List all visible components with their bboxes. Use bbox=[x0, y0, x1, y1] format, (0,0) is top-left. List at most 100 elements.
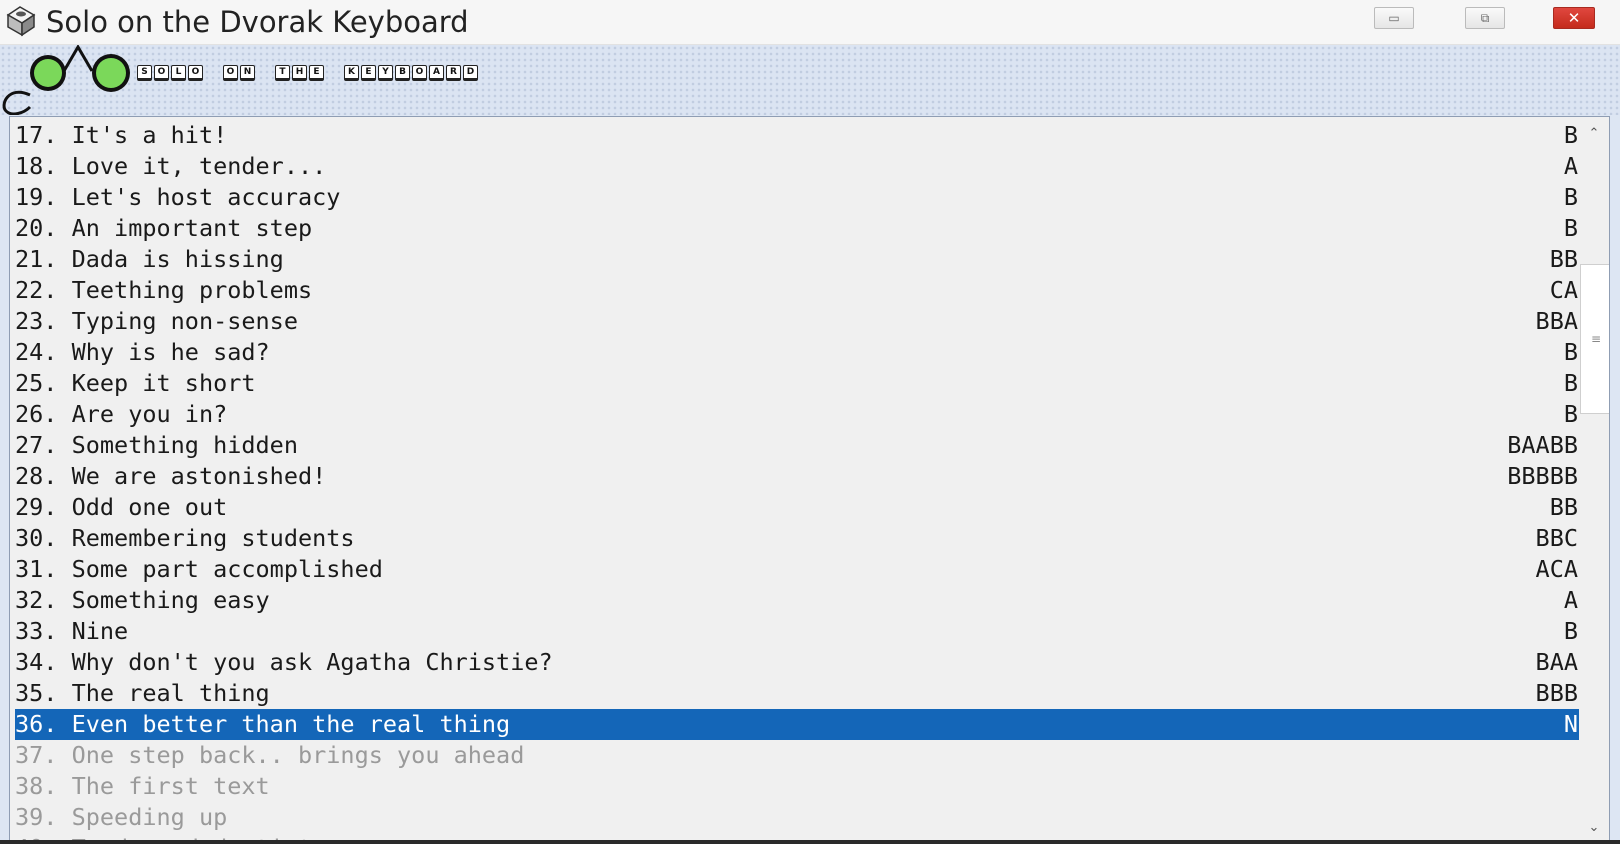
lesson-title: An important step bbox=[71, 214, 313, 242]
lesson-grade: B bbox=[1563, 338, 1578, 366]
lesson-number: 39. bbox=[15, 803, 58, 831]
lesson-grade: BBB bbox=[1535, 679, 1578, 707]
vertical-scrollbar[interactable]: ⌃ ≡ ⌄ bbox=[1579, 117, 1609, 841]
lesson-grade: B bbox=[1563, 617, 1578, 645]
lesson-number: 37. bbox=[15, 741, 58, 769]
lesson-number: 28. bbox=[15, 462, 58, 490]
lesson-grade: BBBBB bbox=[1507, 462, 1578, 490]
scroll-thumb[interactable]: ≡ bbox=[1580, 264, 1609, 414]
lesson-number: 32. bbox=[15, 586, 58, 614]
lesson-row[interactable]: 30. Remembering students BBC bbox=[15, 523, 1584, 554]
lesson-row[interactable]: 21. Dada is hissing BB bbox=[15, 244, 1584, 275]
lesson-row[interactable]: 34. Why don't you ask Agatha Christie? BA… bbox=[15, 647, 1584, 678]
lesson-grade: B bbox=[1563, 214, 1578, 242]
lesson-title: The first text bbox=[71, 772, 270, 800]
logo-keycap: B bbox=[395, 65, 410, 81]
lesson-number: 24. bbox=[15, 338, 58, 366]
lesson-row[interactable]: 19. Let's host accuracy B bbox=[15, 182, 1584, 213]
logo-keycap: Y bbox=[378, 65, 393, 81]
lesson-number: 38. bbox=[15, 772, 58, 800]
lesson-row[interactable]: 17. It's a hit! B bbox=[15, 120, 1584, 151]
lesson-number: 22. bbox=[15, 276, 58, 304]
lesson-row[interactable]: 27. Something hidden BAABB bbox=[15, 430, 1584, 461]
lesson-grade: BAA bbox=[1535, 648, 1578, 676]
lesson-title: Why don't you ask Agatha Christie? bbox=[71, 648, 553, 676]
lesson-row[interactable]: 29. Odd one out BB bbox=[15, 492, 1584, 523]
lesson-row[interactable]: 22. Teething problems CA bbox=[15, 275, 1584, 306]
glasses-logo-icon bbox=[2, 45, 130, 115]
lesson-grade: B bbox=[1563, 369, 1578, 397]
lesson-title: Keep it short bbox=[71, 369, 256, 397]
lesson-number: 19. bbox=[15, 183, 58, 211]
lesson-grade: CA bbox=[1549, 276, 1578, 304]
lesson-row[interactable]: 35. The real thing BBB bbox=[15, 678, 1584, 709]
lesson-number: 33. bbox=[15, 617, 58, 645]
logo-word-on: ON bbox=[223, 65, 257, 81]
logo-keycap: D bbox=[463, 65, 478, 81]
lesson-row[interactable]: 28. We are astonished! BBBBB bbox=[15, 461, 1584, 492]
lesson-grade: BBA bbox=[1535, 307, 1578, 335]
lesson-title: One step back.. brings you ahead bbox=[71, 741, 525, 769]
logo-word-keyboard: KEYBOARD bbox=[344, 65, 480, 81]
lesson-grade: A bbox=[1563, 586, 1578, 614]
scroll-down-button[interactable]: ⌄ bbox=[1579, 815, 1609, 839]
lesson-rows: 17. It's a hit! B 18. Love it, tender... A 1… bbox=[15, 120, 1584, 841]
logo-keycap: K bbox=[344, 65, 359, 81]
lesson-title: Speeding up bbox=[71, 803, 228, 831]
lesson-title: Nine bbox=[71, 617, 129, 645]
lesson-row[interactable]: 32. Something easy A bbox=[15, 585, 1584, 616]
lesson-title: Teething problems bbox=[71, 276, 313, 304]
lesson-row[interactable]: 31. Some part accomplished ACA bbox=[15, 554, 1584, 585]
lesson-title: Odd one out bbox=[71, 493, 228, 521]
logo-keycap: A bbox=[429, 65, 444, 81]
lesson-grade: B bbox=[1563, 121, 1578, 149]
lesson-number: 27. bbox=[15, 431, 58, 459]
lesson-title: Dada is hissing bbox=[71, 245, 284, 273]
lesson-number: 35. bbox=[15, 679, 58, 707]
app-window: Solo on the Dvorak Keyboard ▭ ⧉ ✕ SOLOON… bbox=[0, 0, 1620, 844]
lesson-row-selected[interactable]: 36. Even better than the real thing N bbox=[15, 709, 1584, 740]
restore-button[interactable]: ⧉ bbox=[1465, 7, 1505, 29]
lesson-number: 25. bbox=[15, 369, 58, 397]
logo-keycap: N bbox=[240, 65, 255, 81]
lesson-row[interactable]: 37. One step back.. brings you ahead bbox=[15, 740, 1584, 771]
lesson-grade: ACA bbox=[1535, 555, 1578, 583]
lesson-number: 18. bbox=[15, 152, 58, 180]
lesson-row[interactable]: 24. Why is he sad? B bbox=[15, 337, 1584, 368]
lesson-title: Remembering students bbox=[71, 524, 355, 552]
lesson-title: Let's host accuracy bbox=[71, 183, 341, 211]
lesson-row[interactable]: 26. Are you in? B bbox=[15, 399, 1584, 430]
logo-keycap: S bbox=[137, 65, 152, 81]
logo-keycap: O bbox=[154, 65, 169, 81]
lesson-list[interactable]: 17. It's a hit! B 18. Love it, tender... A 1… bbox=[9, 116, 1610, 842]
lesson-number: 17. bbox=[15, 121, 58, 149]
lesson-row[interactable]: 33. Nine B bbox=[15, 616, 1584, 647]
lesson-row[interactable]: 20. An important step B bbox=[15, 213, 1584, 244]
lesson-title: Are you in? bbox=[71, 400, 228, 428]
lesson-title: Love it, tender... bbox=[71, 152, 327, 180]
lesson-number: 36. bbox=[15, 710, 58, 738]
lesson-row[interactable]: 38. The first text bbox=[15, 771, 1584, 802]
lesson-number: 23. bbox=[15, 307, 58, 335]
window-bottom-border bbox=[0, 840, 1620, 844]
lesson-number: 26. bbox=[15, 400, 58, 428]
lesson-grade: BB bbox=[1549, 493, 1578, 521]
header-banner: SOLOONTHEKEYBOARD bbox=[0, 45, 1620, 115]
close-button[interactable]: ✕ bbox=[1553, 7, 1595, 29]
logo-keycap: H bbox=[292, 65, 307, 81]
lesson-title: The real thing bbox=[71, 679, 270, 707]
minimize-button[interactable]: ▭ bbox=[1374, 7, 1414, 29]
logo-keycap: T bbox=[275, 65, 290, 81]
lesson-grade: BAABB bbox=[1507, 431, 1578, 459]
logo-keycap: O bbox=[412, 65, 427, 81]
lesson-title: Even better than the real thing bbox=[71, 710, 511, 738]
title-bar[interactable]: Solo on the Dvorak Keyboard ▭ ⧉ ✕ bbox=[0, 0, 1620, 45]
logo-keycaps: SOLOONTHEKEYBOARD bbox=[137, 65, 498, 81]
lesson-row[interactable]: 23. Typing non-sense BBA bbox=[15, 306, 1584, 337]
lesson-row[interactable]: 18. Love it, tender... A bbox=[15, 151, 1584, 182]
logo-keycap: L bbox=[171, 65, 186, 81]
lesson-title: It's a hit! bbox=[71, 121, 228, 149]
lesson-row[interactable]: 39. Speeding up bbox=[15, 802, 1584, 833]
lesson-row[interactable]: 25. Keep it short B bbox=[15, 368, 1584, 399]
scroll-up-button[interactable]: ⌃ bbox=[1579, 121, 1609, 145]
